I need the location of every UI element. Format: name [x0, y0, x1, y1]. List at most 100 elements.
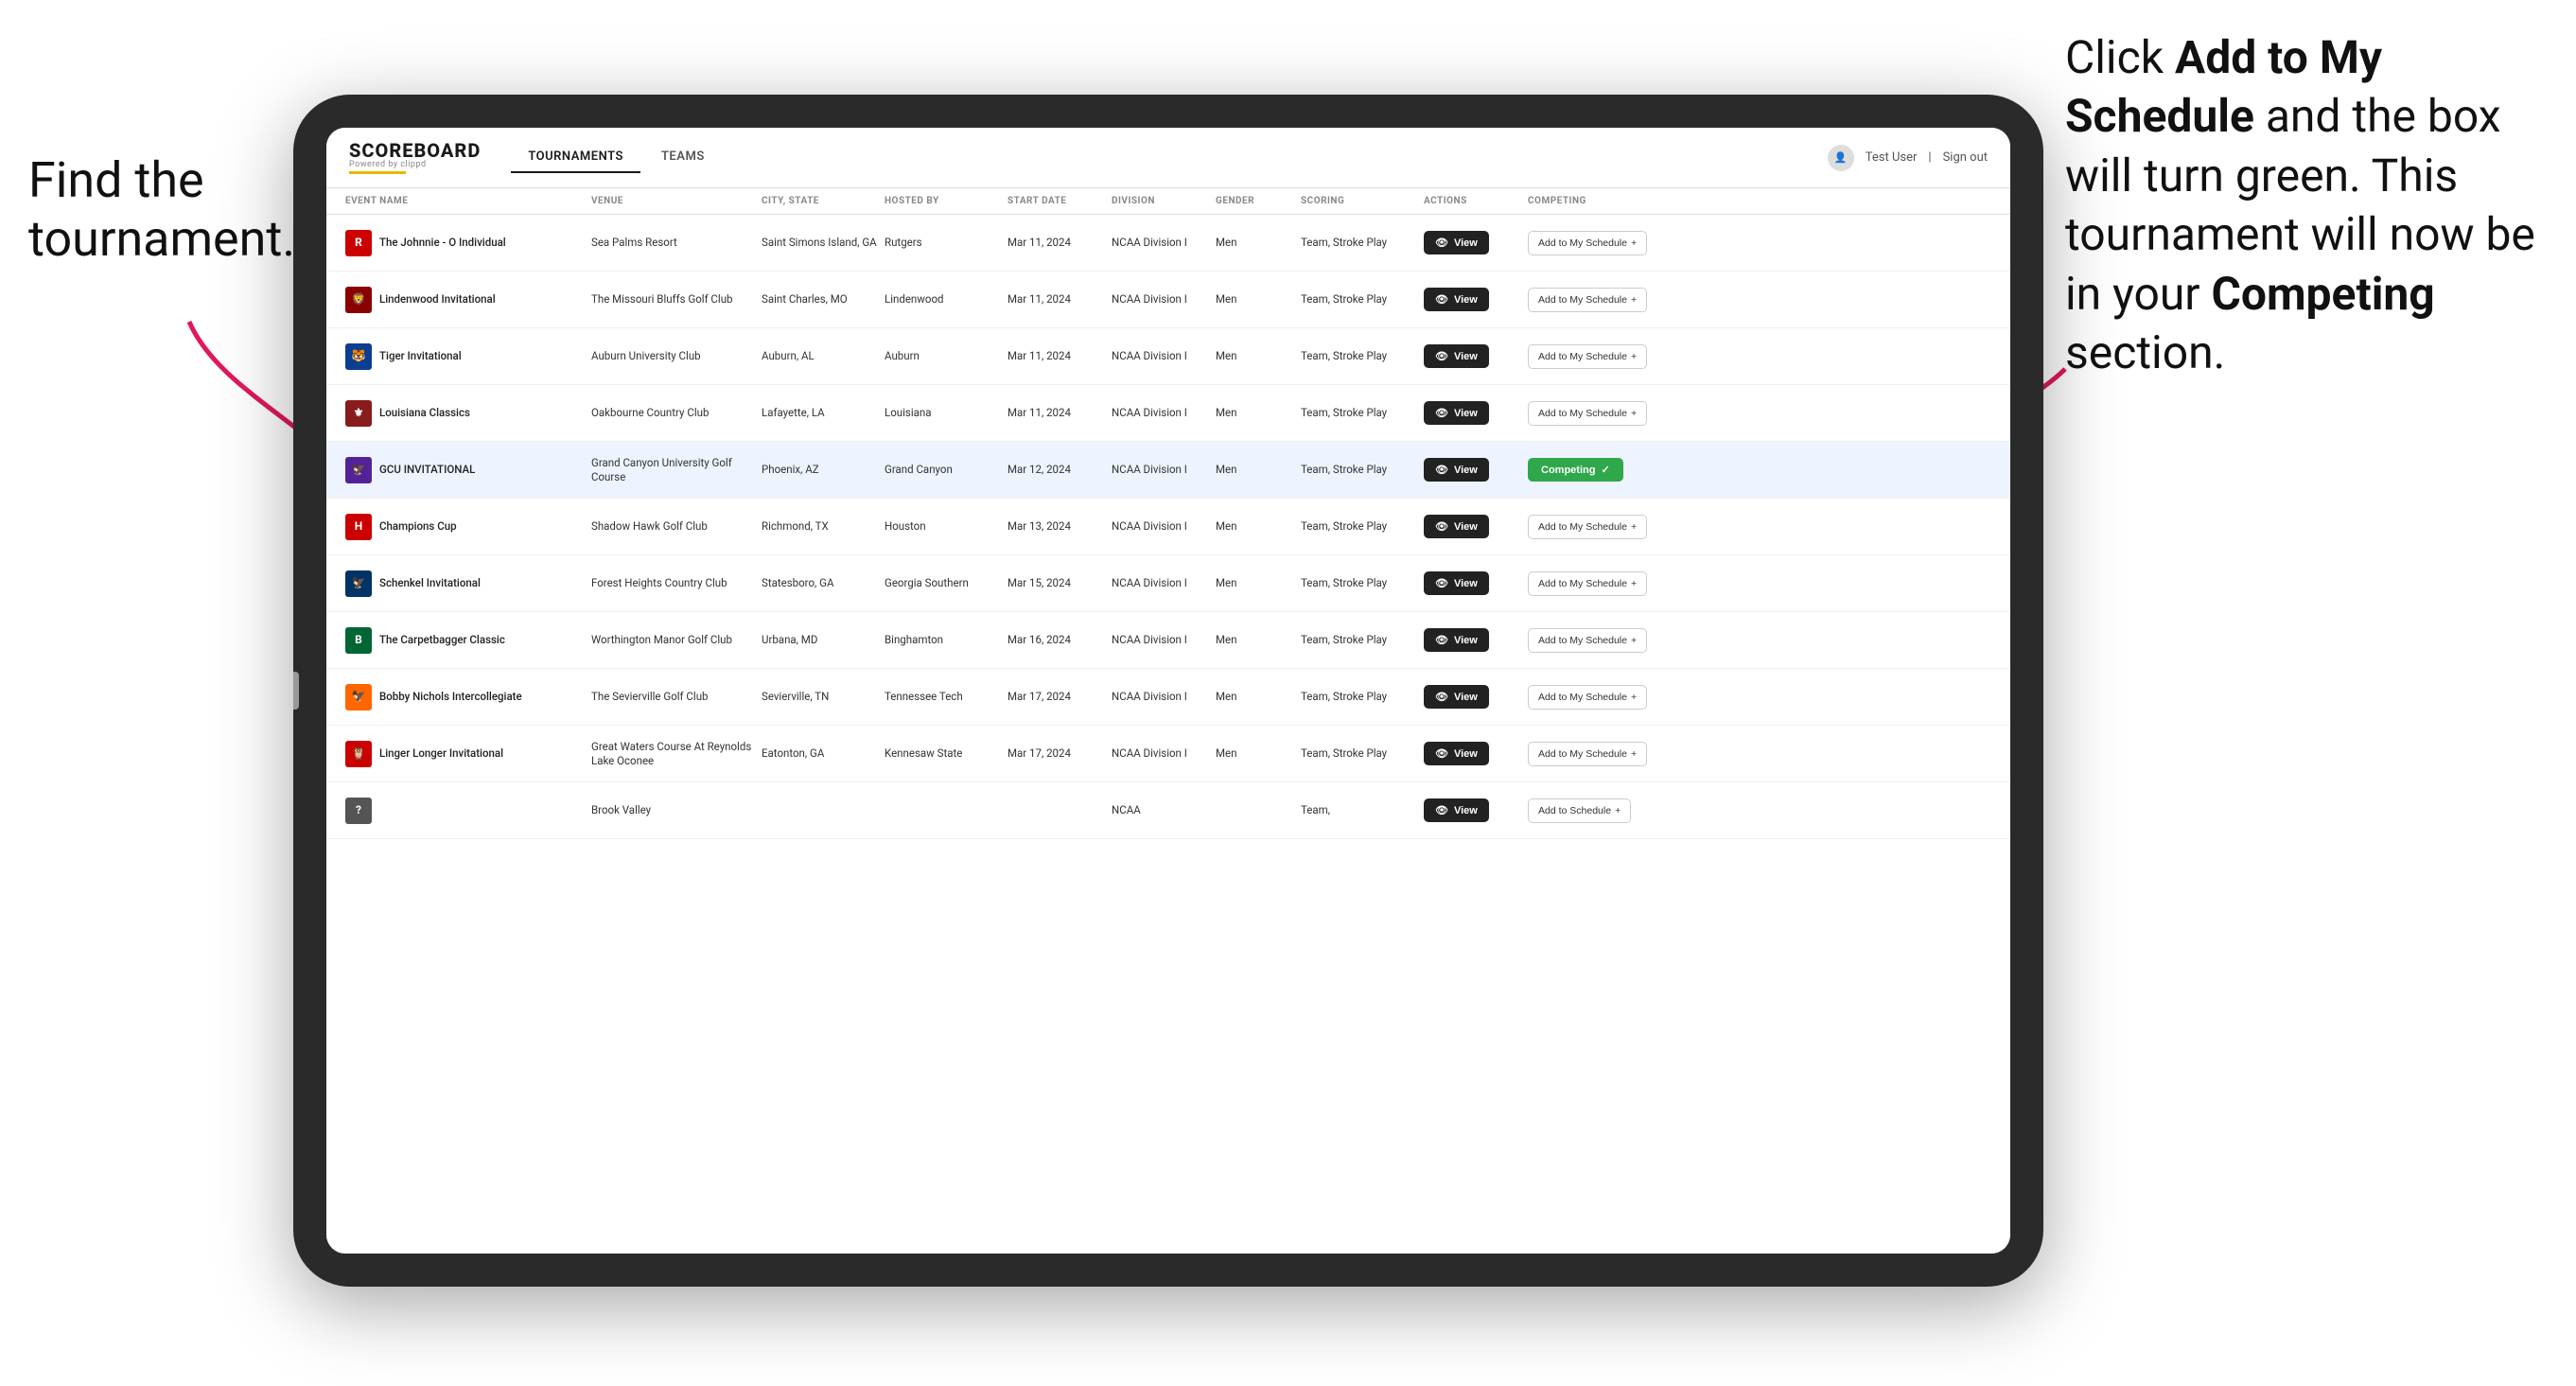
division-cell: NCAA Division I	[1112, 349, 1216, 363]
logo-area: SCOREBOARD Powered by clippd	[349, 141, 481, 174]
view-button[interactable]: 👁 View	[1424, 742, 1489, 765]
team-logo: 🦉	[345, 741, 372, 767]
eye-icon: 👁	[1435, 747, 1448, 760]
tablet-frame: SCOREBOARD Powered by clippd TOURNAMENTS…	[293, 95, 2043, 1287]
event-name-cell: ⚜ Louisiana Classics	[345, 400, 591, 427]
action-cell: 👁 View	[1424, 231, 1528, 254]
venue-cell: Forest Heights Country Club	[591, 576, 762, 590]
add-schedule-button[interactable]: Add to My Schedule +	[1528, 344, 1647, 369]
col-date: START DATE	[1008, 196, 1112, 206]
event-name-cell: 🦉 Linger Longer Invitational	[345, 741, 591, 767]
hosted-cell: Tennessee Tech	[885, 690, 1008, 704]
add-schedule-button[interactable]: Add to My Schedule +	[1528, 742, 1647, 766]
add-schedule-button[interactable]: Add to My Schedule +	[1528, 685, 1647, 710]
event-name: Schenkel Invitational	[379, 576, 481, 590]
add-schedule-button[interactable]: Add to My Schedule +	[1528, 401, 1647, 426]
view-button[interactable]: 👁 View	[1424, 231, 1489, 254]
scoring-cell: Team,	[1301, 803, 1424, 817]
view-button[interactable]: 👁 View	[1424, 628, 1489, 652]
hosted-cell: Binghamton	[885, 633, 1008, 647]
scoring-cell: Team, Stroke Play	[1301, 576, 1424, 590]
col-actions: ACTIONS	[1424, 196, 1528, 206]
view-button[interactable]: 👁 View	[1424, 685, 1489, 709]
division-cell: NCAA Division I	[1112, 746, 1216, 761]
gender-cell: Men	[1216, 236, 1301, 250]
add-schedule-button[interactable]: Add to My Schedule +	[1528, 288, 1647, 312]
team-logo: 🦅	[345, 457, 372, 483]
table-row: 🦅 GCU INVITATIONAL Grand Canyon Universi…	[326, 442, 2010, 499]
table-row: ⚜ Louisiana Classics Oakbourne Country C…	[326, 385, 2010, 442]
sign-out-link[interactable]: Sign out	[1943, 150, 1988, 165]
gender-cell: Men	[1216, 463, 1301, 477]
table-row: R The Johnnie - O Individual Sea Palms R…	[326, 215, 2010, 272]
team-logo: B	[345, 627, 372, 654]
venue-cell: Brook Valley	[591, 803, 762, 817]
event-name-cell: 🐯 Tiger Invitational	[345, 343, 591, 370]
side-indicator	[293, 672, 299, 710]
event-name: The Carpetbagger Classic	[379, 633, 505, 647]
col-city: CITY, STATE	[762, 196, 885, 206]
team-logo: 🦁	[345, 287, 372, 313]
date-cell: Mar 11, 2024	[1008, 236, 1112, 250]
event-name-cell: ?	[345, 798, 591, 824]
view-button[interactable]: 👁 View	[1424, 458, 1489, 482]
add-schedule-button[interactable]: Add to My Schedule +	[1528, 628, 1647, 653]
competing-button[interactable]: Competing ✓	[1528, 458, 1623, 482]
event-name-cell: H Champions Cup	[345, 514, 591, 540]
city-cell: Saint Charles, MO	[762, 292, 885, 307]
team-logo: R	[345, 230, 372, 256]
eye-icon: 👁	[1435, 577, 1448, 589]
hosted-cell: Houston	[885, 519, 1008, 534]
col-hosted: HOSTED BY	[885, 196, 1008, 206]
eye-icon: 👁	[1435, 350, 1448, 362]
team-logo: ?	[345, 798, 372, 824]
gender-cell: Men	[1216, 633, 1301, 647]
scoring-cell: Team, Stroke Play	[1301, 463, 1424, 477]
view-button[interactable]: 👁 View	[1424, 288, 1489, 311]
plus-icon: +	[1631, 635, 1637, 646]
division-cell: NCAA Division I	[1112, 292, 1216, 307]
add-schedule-button[interactable]: Add to My Schedule +	[1528, 571, 1647, 596]
gender-cell: Men	[1216, 519, 1301, 534]
table-row: 🦉 Linger Longer Invitational Great Water…	[326, 726, 2010, 782]
city-cell: Lafayette, LA	[762, 406, 885, 420]
view-button[interactable]: 👁 View	[1424, 571, 1489, 595]
division-cell: NCAA Division I	[1112, 690, 1216, 704]
user-name: Test User	[1866, 150, 1918, 165]
eye-icon: 👁	[1435, 691, 1448, 703]
event-name: Tiger Invitational	[379, 349, 462, 363]
venue-cell: Auburn University Club	[591, 349, 762, 363]
tab-tournaments[interactable]: TOURNAMENTS	[511, 142, 640, 173]
action-cell: 👁 View	[1424, 458, 1528, 482]
view-button[interactable]: 👁 View	[1424, 515, 1489, 538]
event-name-cell: 🦅 Schenkel Invitational	[345, 570, 591, 597]
hosted-cell: Lindenwood	[885, 292, 1008, 307]
view-button[interactable]: 👁 View	[1424, 401, 1489, 425]
hosted-cell: Rutgers	[885, 236, 1008, 250]
event-name-cell: 🦁 Lindenwood Invitational	[345, 287, 591, 313]
add-schedule-button[interactable]: Add to My Schedule +	[1528, 515, 1647, 539]
team-logo: H	[345, 514, 372, 540]
date-cell: Mar 16, 2024	[1008, 633, 1112, 647]
check-icon: ✓	[1601, 464, 1609, 476]
table-row: 🦅 Bobby Nichols Intercollegiate The Sevi…	[326, 669, 2010, 726]
plus-icon: +	[1631, 294, 1637, 306]
competing-cell: Competing ✓	[1528, 458, 1698, 482]
hosted-cell: Grand Canyon	[885, 463, 1008, 477]
app-header: SCOREBOARD Powered by clippd TOURNAMENTS…	[326, 128, 2010, 188]
event-name: GCU INVITATIONAL	[379, 463, 475, 477]
add-schedule-button[interactable]: Add to My Schedule +	[1528, 231, 1647, 255]
date-cell: Mar 17, 2024	[1008, 746, 1112, 761]
view-button[interactable]: 👁 View	[1424, 798, 1489, 822]
gender-cell: Men	[1216, 349, 1301, 363]
division-cell: NCAA Division I	[1112, 519, 1216, 534]
event-name: Champions Cup	[379, 519, 457, 534]
plus-icon: +	[1631, 748, 1637, 760]
add-schedule-button[interactable]: Add to Schedule +	[1528, 798, 1631, 823]
plus-icon: +	[1631, 237, 1637, 249]
view-button[interactable]: 👁 View	[1424, 344, 1489, 368]
scoring-cell: Team, Stroke Play	[1301, 746, 1424, 761]
division-cell: NCAA Division I	[1112, 576, 1216, 590]
event-name: Lindenwood Invitational	[379, 292, 496, 307]
tab-teams[interactable]: TEAMS	[644, 142, 722, 173]
